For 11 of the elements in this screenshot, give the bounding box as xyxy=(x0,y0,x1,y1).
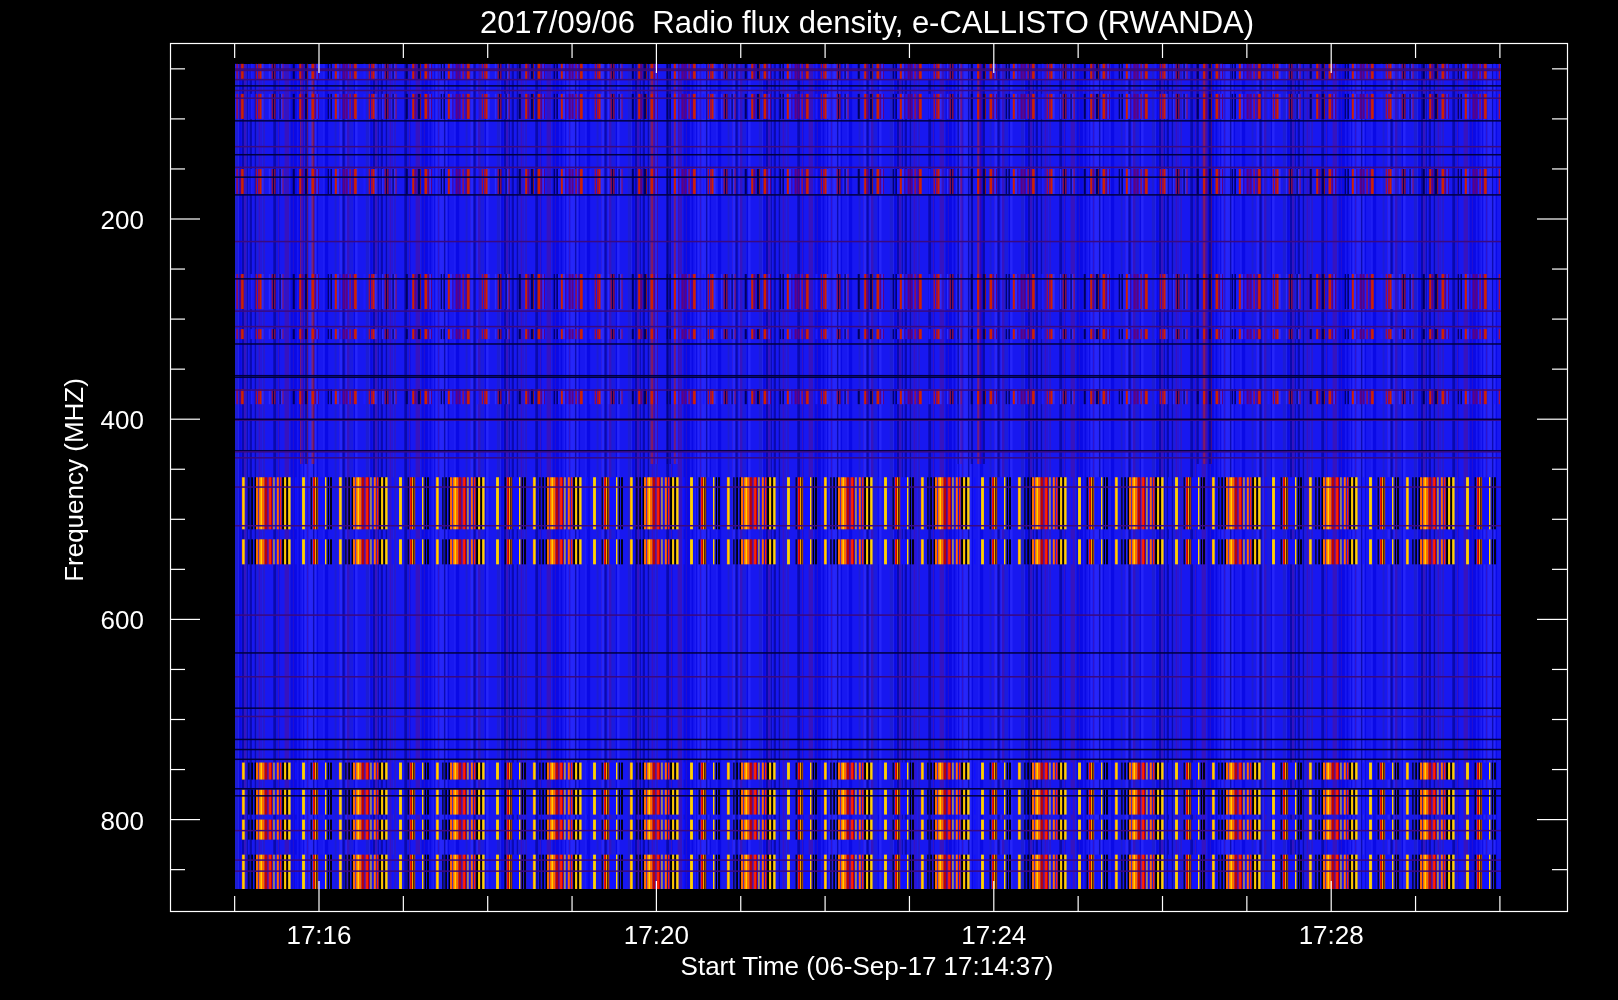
axis-label: Frequency (MHZ) xyxy=(59,378,89,582)
tick-label: 600 xyxy=(100,605,144,636)
tick-label: 400 xyxy=(100,405,144,436)
tick-label: 200 xyxy=(100,205,144,235)
axis-label: Start Time (06-Sep-17 17:14:37) xyxy=(680,951,1054,981)
tick-label: 17:20 xyxy=(623,920,689,950)
chart-title: 2017/09/06 Radio flux density, e-CALLISTO (RWANDA) xyxy=(479,5,1255,40)
tick-label: 17:16 xyxy=(286,920,352,950)
tick-label: 17:28 xyxy=(1298,920,1364,950)
tick-label: 800 xyxy=(100,805,144,836)
tick-label: 17:24 xyxy=(961,920,1027,950)
